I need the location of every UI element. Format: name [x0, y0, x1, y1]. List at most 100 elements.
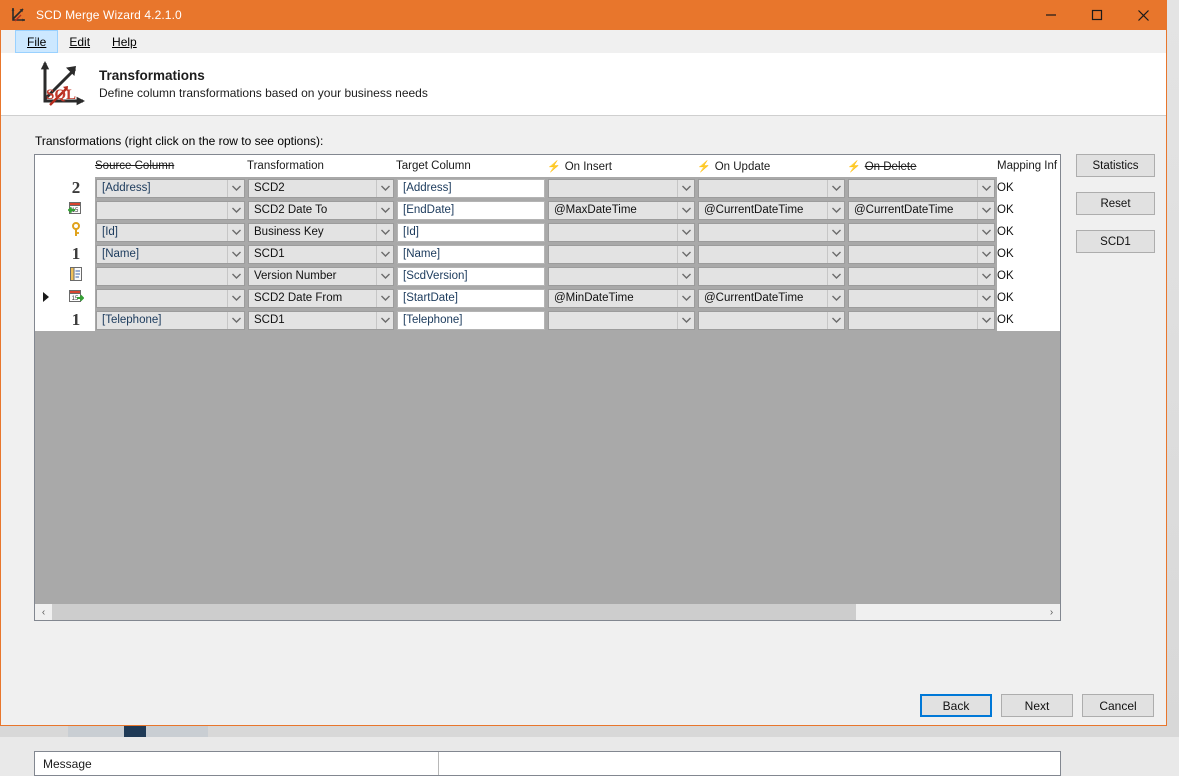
- source-column-cell[interactable]: [Address]: [95, 177, 247, 199]
- chevron-down-icon[interactable]: [827, 246, 844, 263]
- target-column-cell[interactable]: [Telephone]: [396, 309, 547, 331]
- target-column-cell[interactable]: [EndDate]: [396, 199, 547, 221]
- scd1-button[interactable]: SCD1: [1076, 230, 1155, 253]
- transformation-cell[interactable]: SCD2 Date To: [247, 199, 396, 221]
- source-column-cell[interactable]: [Name]: [95, 243, 247, 265]
- chevron-down-icon[interactable]: [827, 224, 844, 241]
- row-selector-cell[interactable]: [35, 287, 57, 309]
- menu-file[interactable]: File: [15, 30, 58, 53]
- source-column-cell[interactable]: [Id]: [95, 221, 247, 243]
- on-update-cell[interactable]: [697, 265, 847, 287]
- chevron-down-icon[interactable]: [677, 180, 694, 197]
- chevron-down-icon[interactable]: [977, 290, 994, 307]
- col-source-column[interactable]: Source Column: [95, 155, 247, 177]
- on-update-cell[interactable]: [697, 243, 847, 265]
- transformation-cell[interactable]: SCD2: [247, 177, 396, 199]
- on-delete-cell[interactable]: [847, 309, 997, 331]
- chevron-down-icon[interactable]: [677, 224, 694, 241]
- chevron-down-icon[interactable]: [376, 268, 393, 285]
- col-mapping-info[interactable]: Mapping Inf: [997, 155, 1061, 177]
- source-column-cell[interactable]: [95, 265, 247, 287]
- col-target-column[interactable]: Target Column: [396, 155, 547, 177]
- on-delete-cell[interactable]: [847, 287, 997, 309]
- on-update-cell[interactable]: @CurrentDateTime: [697, 199, 847, 221]
- chevron-down-icon[interactable]: [227, 224, 244, 241]
- row-selector-cell[interactable]: [35, 309, 57, 331]
- target-column-cell[interactable]: [Id]: [396, 221, 547, 243]
- col-on-insert[interactable]: ⚡On Insert: [547, 155, 697, 177]
- menu-help[interactable]: Help: [101, 30, 148, 53]
- chevron-down-icon[interactable]: [827, 180, 844, 197]
- target-column-cell[interactable]: [Name]: [396, 243, 547, 265]
- table-row[interactable]: 1[Telephone]SCD1[Telephone]OK: [35, 309, 1061, 331]
- on-delete-cell[interactable]: @CurrentDateTime: [847, 199, 997, 221]
- grid-horizontal-scrollbar[interactable]: ‹ ›: [35, 603, 1060, 620]
- col-on-delete[interactable]: ⚡On Delete: [847, 155, 997, 177]
- minimize-button[interactable]: [1028, 0, 1074, 30]
- on-delete-cell[interactable]: [847, 177, 997, 199]
- chevron-down-icon[interactable]: [827, 290, 844, 307]
- scroll-left-icon[interactable]: ‹: [35, 604, 52, 621]
- on-update-cell[interactable]: @CurrentDateTime: [697, 287, 847, 309]
- chevron-down-icon[interactable]: [677, 202, 694, 219]
- chevron-down-icon[interactable]: [677, 312, 694, 329]
- table-row[interactable]: [Id]Business Key[Id]OK: [35, 221, 1061, 243]
- on-insert-cell[interactable]: [547, 221, 697, 243]
- chevron-down-icon[interactable]: [977, 224, 994, 241]
- statistics-button[interactable]: Statistics: [1076, 154, 1155, 177]
- chevron-down-icon[interactable]: [677, 290, 694, 307]
- table-row[interactable]: 15SCD2 Date To[EndDate]@MaxDateTime@Curr…: [35, 199, 1061, 221]
- back-button[interactable]: Back: [920, 694, 992, 717]
- on-update-cell[interactable]: [697, 309, 847, 331]
- on-delete-cell[interactable]: [847, 221, 997, 243]
- chevron-down-icon[interactable]: [227, 268, 244, 285]
- transformation-cell[interactable]: SCD1: [247, 243, 396, 265]
- chevron-down-icon[interactable]: [376, 312, 393, 329]
- row-selector-cell[interactable]: [35, 243, 57, 265]
- scrollbar-thumb[interactable]: [52, 604, 856, 621]
- on-insert-cell[interactable]: @MinDateTime: [547, 287, 697, 309]
- chevron-down-icon[interactable]: [827, 268, 844, 285]
- chevron-down-icon[interactable]: [827, 312, 844, 329]
- on-delete-cell[interactable]: [847, 243, 997, 265]
- transformation-cell[interactable]: Version Number: [247, 265, 396, 287]
- chevron-down-icon[interactable]: [227, 312, 244, 329]
- row-selector-cell[interactable]: [35, 221, 57, 243]
- on-insert-cell[interactable]: [547, 243, 697, 265]
- chevron-down-icon[interactable]: [376, 224, 393, 241]
- scroll-right-icon[interactable]: ›: [1043, 604, 1060, 621]
- target-column-cell[interactable]: [ScdVersion]: [396, 265, 547, 287]
- transformations-grid[interactable]: Source Column Transformation Target Colu…: [34, 154, 1061, 621]
- table-row[interactable]: Version Number[ScdVersion]OK: [35, 265, 1061, 287]
- on-insert-cell[interactable]: [547, 309, 697, 331]
- on-insert-cell[interactable]: [547, 265, 697, 287]
- target-column-cell[interactable]: [StartDate]: [396, 287, 547, 309]
- col-on-update[interactable]: ⚡On Update: [697, 155, 847, 177]
- chevron-down-icon[interactable]: [977, 312, 994, 329]
- scrollbar-track[interactable]: [52, 604, 1043, 621]
- reset-button[interactable]: Reset: [1076, 192, 1155, 215]
- menu-edit[interactable]: Edit: [58, 30, 101, 53]
- table-row[interactable]: 1[Name]SCD1[Name]OK: [35, 243, 1061, 265]
- row-selector-cell[interactable]: [35, 199, 57, 221]
- chevron-down-icon[interactable]: [227, 290, 244, 307]
- chevron-down-icon[interactable]: [376, 290, 393, 307]
- target-column-cell[interactable]: [Address]: [396, 177, 547, 199]
- table-row[interactable]: 2[Address]SCD2[Address]OK: [35, 177, 1061, 199]
- row-selector-cell[interactable]: [35, 265, 57, 287]
- next-button[interactable]: Next: [1001, 694, 1073, 717]
- chevron-down-icon[interactable]: [827, 202, 844, 219]
- chevron-down-icon[interactable]: [977, 180, 994, 197]
- source-column-cell[interactable]: [95, 287, 247, 309]
- chevron-down-icon[interactable]: [376, 180, 393, 197]
- cancel-button[interactable]: Cancel: [1082, 694, 1154, 717]
- chevron-down-icon[interactable]: [227, 246, 244, 263]
- chevron-down-icon[interactable]: [227, 202, 244, 219]
- transformation-cell[interactable]: SCD1: [247, 309, 396, 331]
- transformation-cell[interactable]: SCD2 Date From: [247, 287, 396, 309]
- on-update-cell[interactable]: [697, 221, 847, 243]
- chevron-down-icon[interactable]: [677, 268, 694, 285]
- on-insert-cell[interactable]: @MaxDateTime: [547, 199, 697, 221]
- row-selector-cell[interactable]: [35, 177, 57, 199]
- maximize-button[interactable]: [1074, 0, 1120, 30]
